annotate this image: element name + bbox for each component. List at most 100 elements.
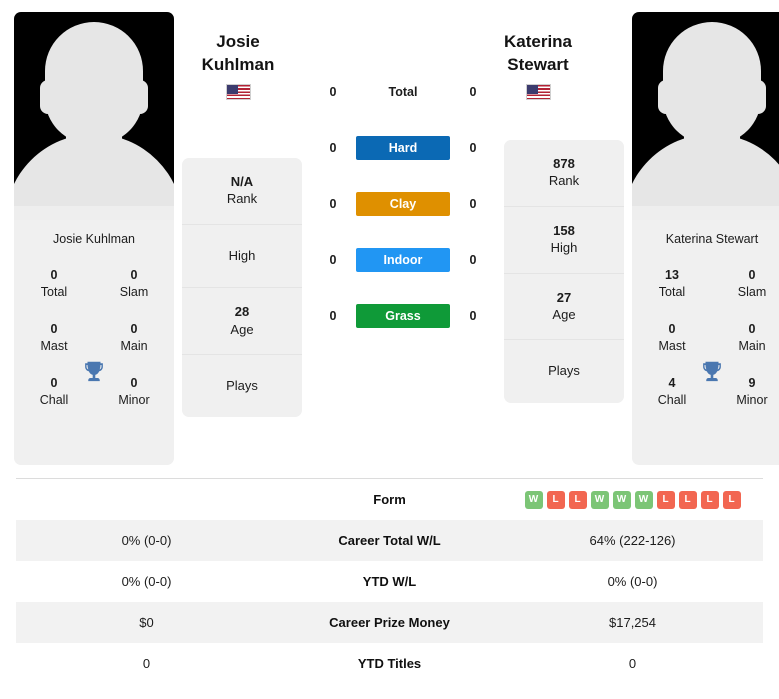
h2h-row: 0 Indoor 0 bbox=[310, 232, 496, 288]
form-badge: L bbox=[700, 490, 719, 509]
stat-cell-high: 158 High bbox=[504, 207, 624, 274]
title-stat-label: Total bbox=[658, 284, 686, 299]
stat-value: 878 bbox=[553, 156, 575, 171]
stat-cell-rank: N/A Rank bbox=[182, 158, 302, 225]
title-stat-cell: 13 Total bbox=[632, 258, 712, 312]
stat-label: Age bbox=[552, 307, 576, 323]
title-stat-cell: 0 Main bbox=[94, 312, 174, 366]
left-player-column: Josie Kuhlman 0 Total 0 Slam 0 Mast 0 Ma… bbox=[14, 12, 174, 478]
stat-value: 28 bbox=[234, 304, 250, 320]
h2h-surface-wrap: Hard bbox=[356, 136, 450, 160]
title-stat-label: Slam bbox=[119, 284, 149, 299]
h2h-surface-wrap: Clay bbox=[356, 192, 450, 216]
row-left-value: $0 bbox=[139, 615, 154, 630]
stat-value: 27 bbox=[556, 289, 572, 305]
row-right-value: 0% (0-0) bbox=[607, 574, 658, 589]
title-stat-label: Minor bbox=[736, 392, 768, 407]
left-player-titles-grid: 0 Total 0 Slam 0 Mast 0 Main 0 Chall 0 M… bbox=[14, 256, 174, 465]
h2h-row: 0 Total 0 bbox=[310, 64, 496, 120]
trophy-icon bbox=[85, 361, 103, 382]
h2h-right-value: 0 bbox=[469, 197, 477, 211]
stat-cell-rank: 878 Rank bbox=[504, 140, 624, 207]
row-label: Career Total W/L bbox=[338, 533, 441, 548]
row-right-value: 64% (222-126) bbox=[589, 533, 676, 548]
surface-badge-grass[interactable]: Grass bbox=[356, 304, 450, 328]
title-stat-value: 0 bbox=[130, 322, 138, 336]
table-row: 0% (0-0) Career Total W/L 64% (222-126) bbox=[16, 520, 763, 561]
stat-cell-high: High bbox=[182, 225, 302, 289]
avatar-ear-left bbox=[40, 80, 56, 114]
right-player-card[interactable]: Katerina Stewart 13 Total 0 Slam 0 Mast bbox=[632, 12, 779, 465]
stat-cell-age: 27 Age bbox=[504, 274, 624, 341]
form-badge: L bbox=[656, 490, 675, 509]
h2h-right-value: 0 bbox=[469, 253, 477, 267]
h2h-left-value: 0 bbox=[329, 309, 337, 323]
form-badge: W bbox=[524, 490, 543, 509]
stat-label: Plays bbox=[548, 363, 580, 379]
row-left-value: 0% (0-0) bbox=[121, 574, 172, 589]
comparison-panel: Josie Kuhlman 0 Total 0 Slam 0 Mast 0 Ma… bbox=[0, 0, 779, 478]
title-stat-label: Total bbox=[40, 284, 68, 299]
stat-cell-plays: Plays bbox=[182, 355, 302, 417]
title-stat-value: 0 bbox=[50, 268, 58, 282]
row-label: Form bbox=[373, 492, 406, 507]
surface-badge-hard[interactable]: Hard bbox=[356, 136, 450, 160]
stat-label: Rank bbox=[548, 173, 580, 189]
h2h-right-value: 0 bbox=[469, 309, 477, 323]
row-left-value: 0 bbox=[142, 656, 151, 671]
surface-badge-total[interactable]: Total bbox=[356, 80, 450, 104]
table-row: 0% (0-0) YTD W/L 0% (0-0) bbox=[16, 561, 763, 602]
left-player-avatar bbox=[14, 12, 174, 220]
form-badges-cell: WLLWWWLLLL bbox=[502, 490, 763, 509]
row-right-value: $17,254 bbox=[609, 615, 656, 630]
form-badge: L bbox=[722, 490, 741, 509]
form-badge: W bbox=[590, 490, 609, 509]
player-comparison-page: Josie Kuhlman 0 Total 0 Slam 0 Mast 0 Ma… bbox=[0, 0, 779, 699]
h2h-right-value: 0 bbox=[469, 85, 477, 99]
title-stat-cell: 0 Slam bbox=[712, 258, 779, 312]
trophy-icon bbox=[703, 361, 721, 382]
title-stat-value: 0 bbox=[50, 322, 58, 336]
avatar-bottom-fade bbox=[14, 206, 174, 220]
h2h-left-value: 0 bbox=[329, 197, 337, 211]
stat-value: N/A bbox=[230, 174, 254, 189]
table-row-form: Form WLLWWWLLLL bbox=[16, 479, 763, 520]
title-stat-label: Main bbox=[120, 338, 148, 353]
title-stat-cell: 0 Mast bbox=[632, 312, 712, 366]
title-stat-label: Slam bbox=[737, 284, 767, 299]
form-badge: L bbox=[678, 490, 697, 509]
h2h-row: 0 Hard 0 bbox=[310, 120, 496, 176]
form-badge: W bbox=[634, 490, 653, 509]
title-stat-label: Main bbox=[738, 338, 766, 353]
h2h-right-value: 0 bbox=[469, 141, 477, 155]
title-stat-value: 0 bbox=[668, 322, 676, 336]
h2h-row: 0 Grass 0 bbox=[310, 288, 496, 344]
stat-value: 158 bbox=[553, 222, 575, 238]
title-stat-value: 0 bbox=[130, 268, 138, 282]
row-label: YTD Titles bbox=[357, 656, 422, 671]
h2h-surface-wrap: Grass bbox=[356, 304, 450, 328]
row-right-value: 0 bbox=[628, 656, 637, 671]
avatar-ear-left bbox=[658, 80, 674, 114]
table-row: 0 YTD Titles 0 bbox=[16, 643, 763, 684]
h2h-left-value: 0 bbox=[329, 253, 337, 267]
row-label: Career Prize Money bbox=[329, 615, 450, 630]
stat-cell-plays: Plays bbox=[504, 340, 624, 402]
right-player-avatar bbox=[632, 12, 779, 220]
right-player-column: Katerina Stewart 13 Total 0 Slam 0 Mast bbox=[632, 12, 779, 478]
left-player-stat-column: N/A Rank High 28 Age Plays bbox=[182, 158, 302, 418]
right-player-titles-grid: 13 Total 0 Slam 0 Mast 0 Main 4 Chall 9 … bbox=[632, 256, 779, 465]
stat-label: Age bbox=[230, 321, 254, 337]
title-stat-label: Mast bbox=[40, 338, 68, 353]
surface-badge-indoor[interactable]: Indoor bbox=[356, 248, 450, 272]
row-left-value: 0% (0-0) bbox=[121, 533, 172, 548]
h2h-row: 0 Clay 0 bbox=[310, 176, 496, 232]
surface-badge-clay[interactable]: Clay bbox=[356, 192, 450, 216]
avatar-ear-right bbox=[132, 80, 148, 114]
left-player-card[interactable]: Josie Kuhlman 0 Total 0 Slam 0 Mast 0 Ma… bbox=[14, 12, 174, 465]
title-stat-label: Mast bbox=[658, 338, 686, 353]
avatar-ear-right bbox=[750, 80, 766, 114]
h2h-surface-wrap: Total bbox=[356, 80, 450, 104]
stat-label: High bbox=[550, 240, 578, 256]
form-badge: W bbox=[612, 490, 631, 509]
